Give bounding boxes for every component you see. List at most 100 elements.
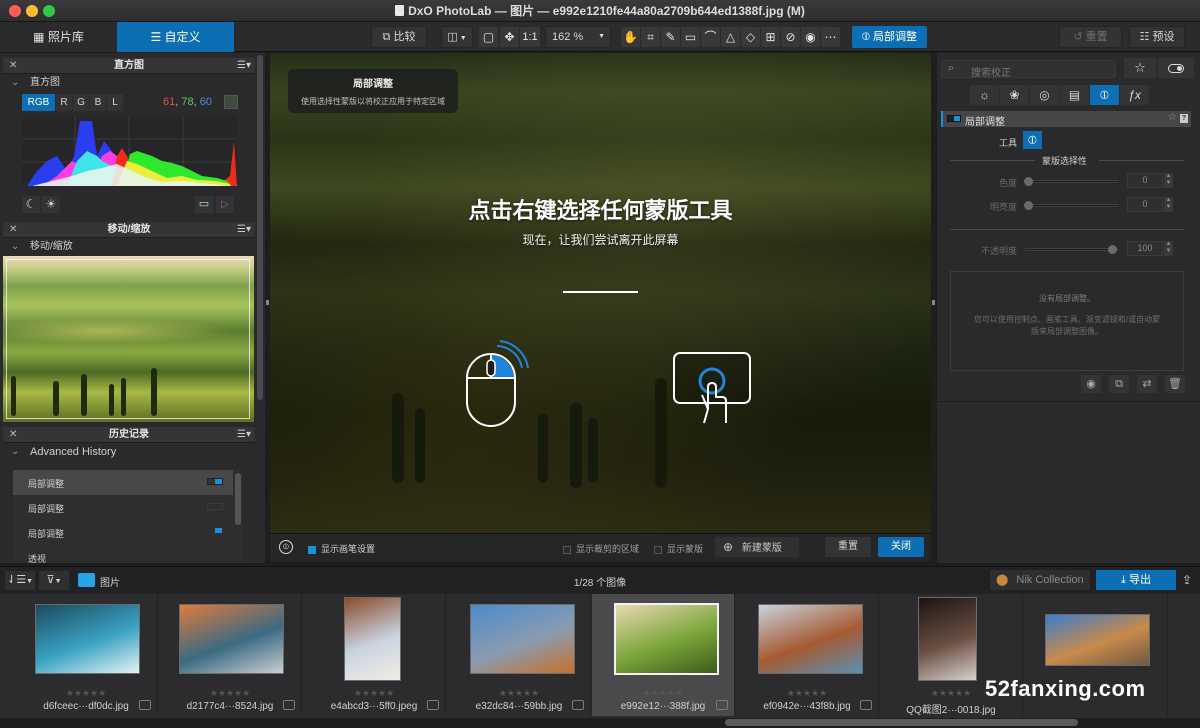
minimize-window-button[interactable]: [26, 5, 38, 17]
stepper-icon[interactable]: ▲ ▼: [1164, 241, 1173, 256]
one-to-one-button[interactable]: 1:1: [520, 27, 540, 47]
filmstrip-thumbnail[interactable]: ★★★★★ e4abcd3···5ff0.jpeg: [303, 594, 446, 716]
fx-icon[interactable]: ƒx: [1120, 85, 1149, 105]
panel-menu-icon[interactable]: ☰▾: [237, 222, 251, 238]
reset-local-button[interactable]: 重置: [825, 537, 871, 557]
help-icon[interactable]: ?: [1180, 114, 1188, 123]
slider-value-input[interactable]: 0: [1127, 173, 1163, 188]
channel-r[interactable]: R: [56, 94, 72, 111]
filmstrip-thumbnail[interactable]: ★★★★★ e32dc84···59bb.jpg: [448, 594, 591, 716]
repair-tool[interactable]: ⊘: [781, 27, 800, 47]
local-adjust-icon[interactable]: ⦶: [279, 540, 293, 554]
reset-button[interactable]: ↺ 重置: [1059, 26, 1122, 48]
softproof-button[interactable]: ▷: [216, 196, 234, 213]
history-item[interactable]: 局部调整: [13, 470, 233, 495]
zoom-window-button[interactable]: [43, 5, 55, 17]
favorites-button[interactable]: ☆: [1124, 58, 1156, 78]
filmstrip-thumbnail[interactable]: ★★★★★ d6fceec···df0dc.jpg: [15, 594, 158, 716]
section-toggle[interactable]: [947, 115, 961, 122]
local-adjust-section-header[interactable]: 局部调整 ☆ ?: [941, 111, 1191, 128]
slider-track[interactable]: [1025, 180, 1118, 183]
white-balance-tool[interactable]: ✎: [661, 27, 680, 47]
history-section[interactable]: ⌄ Advanced History: [3, 444, 255, 460]
horizon-tool[interactable]: ▭: [681, 27, 700, 47]
share-button[interactable]: ⇪: [1178, 570, 1196, 590]
filmstrip-thumbnail[interactable]: ★★★★★ ef0942e···43f8b.jpg: [736, 594, 879, 716]
slider-value-input[interactable]: 100: [1127, 241, 1163, 256]
delete-button[interactable]: 🗑: [1165, 375, 1185, 393]
rating-stars[interactable]: ★★★★★: [448, 688, 590, 699]
toggle-button[interactable]: [1158, 58, 1194, 78]
color-icon[interactable]: ❀: [1000, 85, 1029, 105]
panel-menu-icon[interactable]: ☰▾: [237, 427, 251, 443]
highlight-clipping-button[interactable]: ☀: [42, 196, 60, 213]
panel-menu-icon[interactable]: ☰▾: [237, 58, 251, 74]
navigator-preview[interactable]: [3, 256, 254, 422]
hand-tool[interactable]: ✋: [621, 27, 640, 47]
navigator-viewport-frame[interactable]: [6, 259, 250, 419]
display-profile-button[interactable]: ▭: [195, 196, 213, 213]
tab-customize[interactable]: ☰ 自定义: [117, 22, 234, 52]
show-brush-settings-checkbox[interactable]: 显示画笔设置: [308, 542, 375, 555]
star-icon[interactable]: ☆: [1168, 112, 1177, 123]
geometry-icon[interactable]: ▤: [1060, 85, 1089, 105]
rating-stars[interactable]: ★★★★★: [159, 688, 301, 699]
detail-icon[interactable]: ◎: [1030, 85, 1059, 105]
hide-button[interactable]: ◉: [1081, 375, 1101, 393]
channel-g[interactable]: G: [73, 94, 89, 111]
history-item[interactable]: 局部调整: [13, 495, 233, 520]
redeye-tool[interactable]: ◉: [801, 27, 820, 47]
compare-button[interactable]: ⧉ 比较: [371, 26, 427, 48]
filmstrip-scrollbar[interactable]: [725, 719, 1078, 726]
local-adjustments-button[interactable]: ⦶ 局部调整: [852, 26, 927, 48]
show-mask-checkbox[interactable]: 显示蒙版: [654, 542, 703, 555]
move-zoom-section[interactable]: ⌄ 移动/缩放: [3, 239, 255, 255]
invert-button[interactable]: ⇄: [1137, 375, 1157, 393]
mask-tool[interactable]: ⋯: [821, 27, 840, 47]
checkbox-checked[interactable]: [308, 545, 316, 554]
rating-stars[interactable]: ★★★★★: [736, 688, 878, 699]
rating-stars[interactable]: ★★★★★: [592, 688, 734, 699]
fit-to-screen-button[interactable]: ▢: [479, 27, 498, 47]
close-icon[interactable]: ✕: [9, 427, 17, 443]
slider-track[interactable]: [1025, 204, 1118, 207]
sort-button[interactable]: ⇃☰▼: [5, 571, 35, 590]
right-panel-handle[interactable]: [932, 300, 935, 305]
rating-stars[interactable]: ★★★★★: [303, 688, 445, 699]
channel-l[interactable]: L: [107, 94, 123, 111]
volume-deformation-tool[interactable]: △: [721, 27, 740, 47]
new-mask-button[interactable]: ⊕ 新建蒙版: [715, 537, 799, 557]
stepper-icon[interactable]: ▲ ▼: [1164, 197, 1173, 212]
distortion-tool[interactable]: ◇: [741, 27, 760, 47]
nik-collection-button[interactable]: ⬤ Nik Collection: [990, 570, 1090, 590]
checkbox-unchecked[interactable]: [563, 545, 571, 554]
slider-value-input[interactable]: 0: [1127, 197, 1163, 212]
grid-tool[interactable]: ⊞: [761, 27, 780, 47]
slider-knob[interactable]: [1108, 245, 1117, 254]
search-corrections-input[interactable]: ⌕ 搜索校正: [941, 60, 1116, 79]
image-viewer[interactable]: 局部调整 使用选择性蒙版以将校正应用于特定区域 点击右键选择任何蒙版工具 现在，…: [270, 53, 931, 533]
left-panel-scrollbar[interactable]: [257, 55, 263, 400]
history-scrollbar[interactable]: [235, 473, 241, 525]
export-button[interactable]: ⤓ 导出: [1096, 570, 1176, 590]
close-local-button[interactable]: 关闭: [878, 537, 924, 557]
filter-button[interactable]: ⊽▼: [39, 571, 69, 590]
presets-button[interactable]: ☷ 预设: [1129, 26, 1185, 48]
local-adjust-tool-button[interactable]: ⦶: [1023, 131, 1042, 149]
close-icon[interactable]: ✕: [9, 58, 17, 74]
close-window-button[interactable]: [9, 5, 21, 17]
history-item[interactable]: 局部调整: [13, 520, 233, 545]
history-item[interactable]: 透视: [13, 545, 233, 563]
close-icon[interactable]: ✕: [9, 222, 17, 238]
channel-b[interactable]: B: [90, 94, 106, 111]
histogram-section[interactable]: ⌄ 直方图: [3, 75, 255, 91]
stepper-icon[interactable]: ▲ ▼: [1164, 173, 1173, 188]
rating-stars[interactable]: ★★★★★: [15, 688, 157, 699]
slider-knob[interactable]: [1024, 177, 1033, 186]
duplicate-button[interactable]: ⧉: [1109, 375, 1129, 393]
zoom-select[interactable]: 162 % ▼: [545, 26, 611, 48]
checkbox-unchecked[interactable]: [654, 545, 662, 554]
channel-rgb[interactable]: RGB: [22, 94, 55, 111]
filmstrip-thumbnail[interactable]: ★★★★★ e992e12···388f.jpg: [592, 594, 735, 716]
local-adjust-icon[interactable]: ⦶: [1090, 85, 1119, 105]
